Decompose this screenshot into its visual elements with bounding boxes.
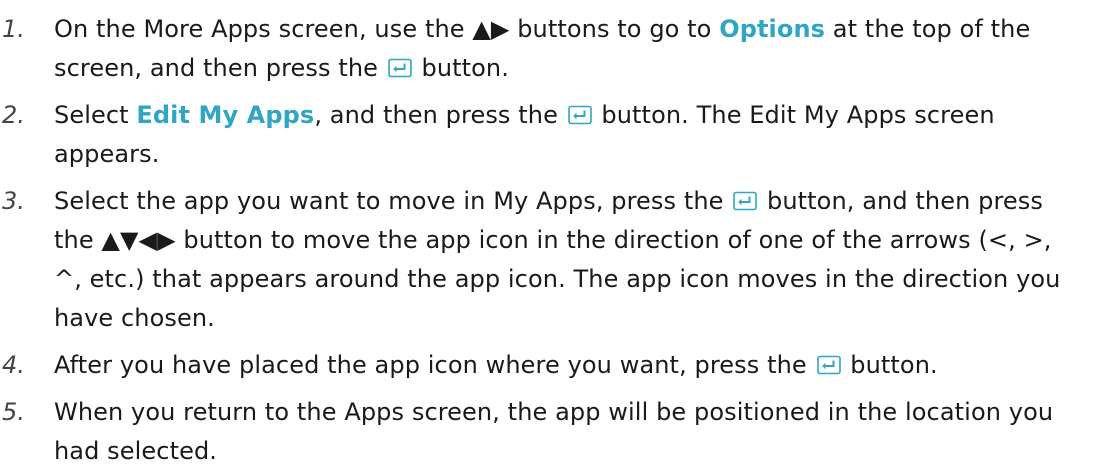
enter-icon xyxy=(567,105,592,125)
step-text-segment: After you have placed the app icon where… xyxy=(54,351,815,379)
step-text-segment: , and then press the xyxy=(314,101,566,129)
enter-icon xyxy=(733,191,758,211)
step-text: When you return to the Apps screen, the … xyxy=(54,393,1087,471)
step-3: 3. Select the app you want to move in My … xyxy=(0,182,1087,338)
step-text-segment: button. xyxy=(413,54,509,82)
step-text: Select Edit My Apps, and then press the … xyxy=(54,96,1087,174)
step-4: 4. After you have placed the app icon whe… xyxy=(0,346,1087,385)
step-text: After you have placed the app icon where… xyxy=(54,346,1087,385)
highlighted-term: Edit My Apps xyxy=(136,101,315,129)
step-text-segment: Select xyxy=(54,101,137,129)
step-5: 5. When you return to the Apps screen, th… xyxy=(0,393,1087,471)
instruction-steps: 1. On the More Apps screen, use the ▲▶ bu… xyxy=(0,0,1107,465)
step-2: 2. Select Edit My Apps, and then press th… xyxy=(0,96,1087,174)
step-text-segment: On the More Apps screen, use the ▲▶ butt… xyxy=(54,15,720,43)
step-number: 1. xyxy=(2,15,25,43)
step-number: 3. xyxy=(2,187,25,215)
step-1: 1. On the More Apps screen, use the ▲▶ bu… xyxy=(0,10,1087,88)
step-number: 2. xyxy=(2,101,25,129)
enter-icon xyxy=(816,355,841,375)
step-text-segment: button. xyxy=(842,351,938,379)
step-number: 5. xyxy=(2,398,25,426)
enter-icon xyxy=(387,58,412,78)
step-text-segment: Select the app you want to move in My Ap… xyxy=(54,187,732,215)
step-text: On the More Apps screen, use the ▲▶ butt… xyxy=(54,10,1087,88)
step-text: Select the app you want to move in My Ap… xyxy=(54,182,1087,338)
step-number: 4. xyxy=(2,351,25,379)
highlighted-term: Options xyxy=(719,15,826,43)
